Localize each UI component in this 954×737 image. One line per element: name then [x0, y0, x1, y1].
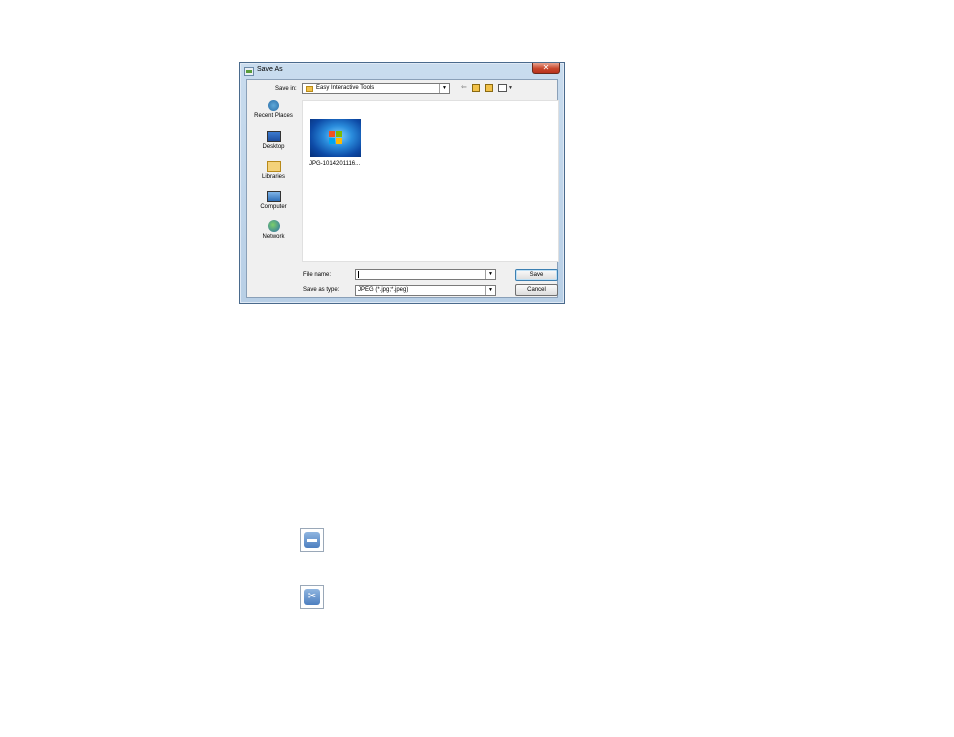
save-button[interactable]: Save: [515, 269, 558, 281]
place-libraries[interactable]: Libraries: [251, 161, 296, 180]
title-bar[interactable]: Save As ✕: [240, 63, 564, 79]
view-menu-icon[interactable]: [498, 84, 507, 92]
place-recent-places[interactable]: Recent Places: [251, 100, 296, 119]
place-label: Libraries: [261, 174, 285, 180]
place-label: Computer: [260, 204, 287, 210]
folder-icon: [306, 86, 313, 92]
text-caret: [358, 271, 359, 278]
toolbox-icon: ▬: [300, 528, 324, 552]
chevron-down-icon[interactable]: ▼: [485, 270, 495, 279]
chevron-down-icon[interactable]: ▼: [485, 286, 495, 295]
place-label: Desktop: [262, 144, 285, 150]
image-thumbnail[interactable]: [310, 119, 361, 157]
back-icon[interactable]: ⇐: [461, 84, 467, 92]
file-list[interactable]: JPG-1014201116...: [302, 100, 559, 262]
file-name-input[interactable]: ▼: [355, 269, 496, 280]
save-in-value: Easy Interactive Tools: [316, 85, 375, 91]
recent-places-icon: [268, 100, 279, 111]
dialog-body: Save in: Easy Interactive Tools ▼ ⇐ ▼ Re…: [246, 79, 559, 298]
place-label: Recent Places: [254, 113, 293, 119]
dialog-title: Save As: [257, 66, 283, 73]
app-icon: [244, 67, 254, 76]
place-desktop[interactable]: Desktop: [251, 131, 296, 150]
save-as-type-select[interactable]: JPEG (*.jpg;*.jpeg) ▼: [355, 285, 496, 296]
file-name-field-label: File name:: [303, 272, 332, 278]
tools-icon: ✂: [300, 585, 324, 609]
close-button[interactable]: ✕: [532, 63, 560, 74]
windows-logo-icon: [329, 131, 343, 144]
save-as-type-label: Save as type:: [303, 287, 340, 293]
libraries-icon: [266, 161, 281, 172]
file-name-label[interactable]: JPG-1014201116...: [309, 161, 360, 167]
computer-icon: [266, 191, 281, 202]
new-folder-icon[interactable]: [485, 84, 493, 92]
places-bar: Recent Places Desktop Libraries Computer…: [251, 100, 296, 250]
save-as-dialog: Save As ✕ Save in: Easy Interactive Tool…: [239, 62, 565, 304]
place-label: Network: [262, 234, 285, 240]
view-menu-arrow-icon[interactable]: ▼: [508, 84, 513, 92]
place-computer[interactable]: Computer: [251, 191, 296, 210]
cancel-button[interactable]: Cancel: [515, 284, 558, 296]
place-network[interactable]: Network: [251, 220, 296, 240]
network-icon: [267, 220, 280, 232]
save-as-type-value: JPEG (*.jpg;*.jpeg): [358, 287, 409, 293]
chevron-down-icon[interactable]: ▼: [439, 84, 449, 93]
desktop-icon: [266, 131, 281, 142]
save-in-label: Save in:: [275, 86, 297, 92]
up-folder-icon[interactable]: [472, 84, 480, 92]
save-in-dropdown[interactable]: Easy Interactive Tools ▼: [302, 83, 450, 94]
